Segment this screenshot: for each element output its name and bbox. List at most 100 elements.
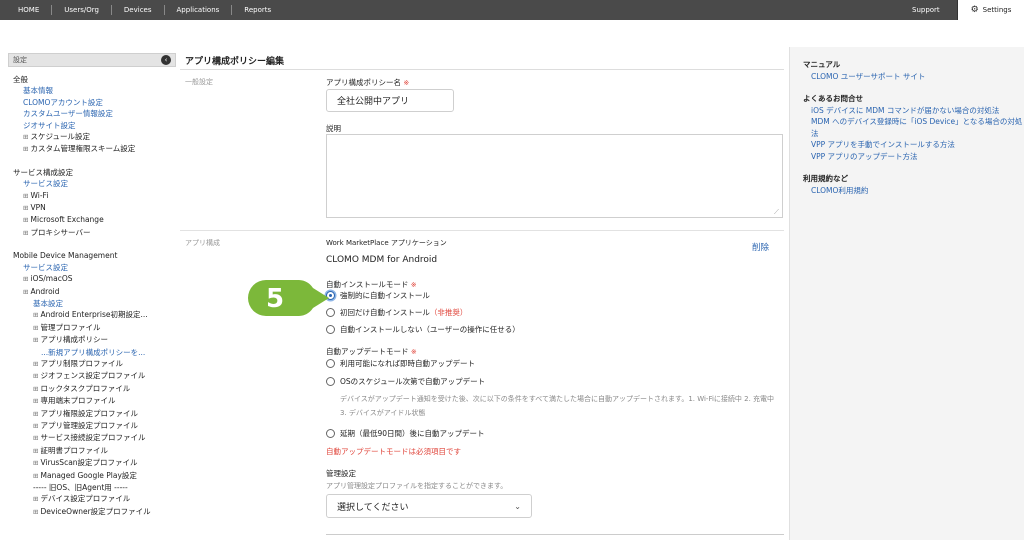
install-option-first-only[interactable]: 初回だけ自動インストール （非推奨） xyxy=(326,307,467,318)
radio-unselected[interactable] xyxy=(326,325,335,334)
sidebar-item-label: CLOMOアカウント設定 xyxy=(23,97,103,107)
radio-unselected[interactable] xyxy=(326,377,335,386)
expand-plus-icon[interactable]: ⊞ xyxy=(33,324,41,332)
sidebar-item-label: ----- 旧OS、旧Agent用 ----- xyxy=(33,483,128,492)
app-source-label: Work MarketPlace アプリケーション xyxy=(326,239,447,247)
expand-plus-icon[interactable]: ⊞ xyxy=(23,204,31,212)
expand-plus-icon[interactable]: ⊞ xyxy=(33,495,41,503)
install-option-force-label: 強制的に自動インストール xyxy=(340,291,430,300)
sidebar-item-label: サービス設定 xyxy=(23,262,68,272)
sidebar-item[interactable]: ⊞ 証明書プロファイル xyxy=(13,445,171,457)
install-option-none[interactable]: 自動インストールしない（ユーザーの操作に任せる） xyxy=(326,324,520,335)
sidebar-item[interactable]: 基本情報 xyxy=(13,85,171,96)
expand-plus-icon[interactable]: ⊞ xyxy=(23,288,31,296)
expand-plus-icon[interactable]: ⊞ xyxy=(33,459,41,467)
update-option-postpone[interactable]: 延期（最低90日間）後に自動アップデート xyxy=(326,428,485,439)
expand-plus-icon[interactable]: ⊞ xyxy=(23,275,31,283)
support-link[interactable]: Support xyxy=(912,0,940,20)
sidebar-item[interactable]: ⊞ プロキシサーバー xyxy=(13,227,171,239)
chevron-left-icon[interactable]: ‹ xyxy=(161,55,171,65)
policy-name-input[interactable]: 全社公開中アプリ xyxy=(326,89,454,112)
install-option-force[interactable]: 強制的に自動インストール xyxy=(326,290,430,301)
sidebar-item-label: アプリ構成ポリシー xyxy=(40,335,109,345)
expand-plus-icon[interactable]: ⊞ xyxy=(33,397,41,405)
terms-link[interactable]: CLOMO利用規約 xyxy=(803,185,1024,197)
expand-plus-icon[interactable]: ⊞ xyxy=(23,229,31,237)
sidebar-item[interactable]: 基本設定 xyxy=(13,298,171,309)
faq-link[interactable]: MDM へのデバイス登録時に「iOS Device」となる場合の対処法 xyxy=(803,116,1024,139)
expand-plus-icon[interactable]: ⊞ xyxy=(33,336,41,344)
sidebar-item[interactable]: ⊞ アプリ管理設定プロファイル xyxy=(13,420,171,432)
sidebar-item[interactable]: ...新規アプリ構成ポリシーを... xyxy=(13,347,171,358)
sidebar-item[interactable]: ⊞ Managed Google Play設定 xyxy=(13,470,171,482)
delete-link[interactable]: 削除 xyxy=(752,241,769,253)
sidebar-item[interactable]: ⊞ アプリ制限プロファイル xyxy=(13,358,171,370)
sidebar-item[interactable]: カスタムユーザー情報設定 xyxy=(13,108,171,119)
expand-plus-icon[interactable]: ⊞ xyxy=(23,216,31,224)
install-option-first-only-label: 初回だけ自動インストール xyxy=(340,308,430,317)
update-option-immediate[interactable]: 利用可能になれば即時自動アップデート xyxy=(326,358,475,369)
expand-plus-icon[interactable]: ⊞ xyxy=(33,434,41,442)
expand-plus-icon[interactable]: ⊞ xyxy=(33,508,41,516)
nav-reports[interactable]: Reports xyxy=(232,5,283,15)
sidebar-item-label: ジオフェンス設定プロファイル xyxy=(40,371,146,381)
sidebar-item[interactable]: ⊞ スケジュール設定 xyxy=(13,131,171,143)
expand-plus-icon[interactable]: ⊞ xyxy=(33,311,41,319)
sidebar-item[interactable]: サービス設定 xyxy=(13,262,171,273)
expand-plus-icon[interactable]: ⊞ xyxy=(23,133,31,141)
sidebar-item[interactable]: CLOMOアカウント設定 xyxy=(13,97,171,108)
required-mark: ※ xyxy=(410,281,417,289)
update-option-os-schedule[interactable]: OSのスケジュール次第で自動アップデート xyxy=(326,376,485,387)
settings-sidebar: 設定 ‹ 全般 基本情報 CLOMOアカウント設定 カスタムユーザー情報設定 ジオサイト… xyxy=(8,53,176,540)
sidebar-item[interactable]: ⊞ アプリ構成ポリシー xyxy=(13,334,171,346)
terms-heading: 利用規約など xyxy=(803,174,848,183)
sidebar-item[interactable]: ⊞ Wi-Fi xyxy=(13,190,171,202)
sidebar-item[interactable]: ⊞ VPN xyxy=(13,202,171,214)
radio-unselected[interactable] xyxy=(326,429,335,438)
manual-link[interactable]: CLOMO ユーザーサポート サイト xyxy=(803,71,1024,83)
help-sidebar: マニュアル CLOMO ユーザーサポート サイト よくあるお問合せ iOS デバ… xyxy=(789,47,1024,540)
sidebar-item[interactable]: ⊞ Android xyxy=(13,286,171,298)
resize-handle-icon[interactable]: ⟋ xyxy=(774,209,781,216)
expand-plus-icon[interactable]: ⊞ xyxy=(33,385,41,393)
sidebar-item[interactable]: ⊞ サービス接続設定プロファイル xyxy=(13,432,171,444)
management-profile-select[interactable]: 選択してください ⌄ xyxy=(326,494,532,518)
expand-plus-icon[interactable]: ⊞ xyxy=(33,410,41,418)
sidebar-item[interactable]: サービス設定 xyxy=(13,178,171,189)
faq-link[interactable]: iOS デバイスに MDM コマンドが届かない場合の対処法 xyxy=(803,105,1024,117)
sidebar-item[interactable]: ⊞ ロックタスクプロファイル xyxy=(13,383,171,395)
faq-link[interactable]: VPP アプリのアップデート方法 xyxy=(803,151,1024,163)
expand-plus-icon[interactable]: ⊞ xyxy=(33,422,41,430)
sidebar-item[interactable]: ⊞ 専用端末プロファイル xyxy=(13,395,171,407)
sidebar-item-label: ロックタスクプロファイル xyxy=(40,383,131,393)
settings-tab[interactable]: ⚙ Settings xyxy=(957,0,1024,20)
radio-unselected[interactable] xyxy=(326,359,335,368)
nav-applications[interactable]: Applications xyxy=(165,5,233,15)
sidebar-item[interactable]: ⊞ Microsoft Exchange xyxy=(13,214,171,226)
expand-plus-icon[interactable]: ⊞ xyxy=(33,472,41,480)
sidebar-item[interactable]: ⊞ カスタム管理権限スキーム設定 xyxy=(13,143,171,155)
not-recommended-note: （非推奨） xyxy=(429,308,468,317)
expand-plus-icon[interactable]: ⊞ xyxy=(33,360,41,368)
sidebar-item[interactable]: ⊞ 管理プロファイル xyxy=(13,322,171,334)
sidebar-item-label: Wi-Fi xyxy=(30,190,49,200)
expand-plus-icon[interactable]: ⊞ xyxy=(33,447,41,455)
nav-devices[interactable]: Devices xyxy=(112,5,165,15)
sidebar-item[interactable]: ⊞ VirusScan設定プロファイル xyxy=(13,457,171,469)
sidebar-item[interactable]: ⊞ DeviceOwner設定プロファイル xyxy=(13,506,171,518)
expand-plus-icon[interactable]: ⊞ xyxy=(23,192,31,200)
nav-home[interactable]: HOME xyxy=(0,5,53,15)
expand-plus-icon[interactable]: ⊞ xyxy=(23,145,31,153)
description-textarea[interactable]: ⟋ xyxy=(326,134,783,218)
sidebar-item[interactable]: ⊞ デバイス設定プロファイル xyxy=(13,493,171,505)
sidebar-item[interactable]: ⊞ Android Enterprise初期設定... xyxy=(13,309,171,321)
sidebar-item[interactable]: ⊞ アプリ権限設定プロファイル xyxy=(13,408,171,420)
nav-users-org[interactable]: Users/Org xyxy=(52,5,112,15)
expand-plus-icon[interactable]: ⊞ xyxy=(33,372,41,380)
sidebar-item[interactable]: ジオサイト設定 xyxy=(13,120,171,131)
sidebar-item[interactable]: ⊞ iOS/macOS xyxy=(13,273,171,285)
faq-link[interactable]: VPP アプリを手動でインストールする方法 xyxy=(803,139,1024,151)
sidebar-item[interactable]: ⊞ ジオフェンス設定プロファイル xyxy=(13,370,171,382)
title-divider xyxy=(180,69,784,70)
sidebar-item-label: スケジュール設定 xyxy=(30,132,90,142)
